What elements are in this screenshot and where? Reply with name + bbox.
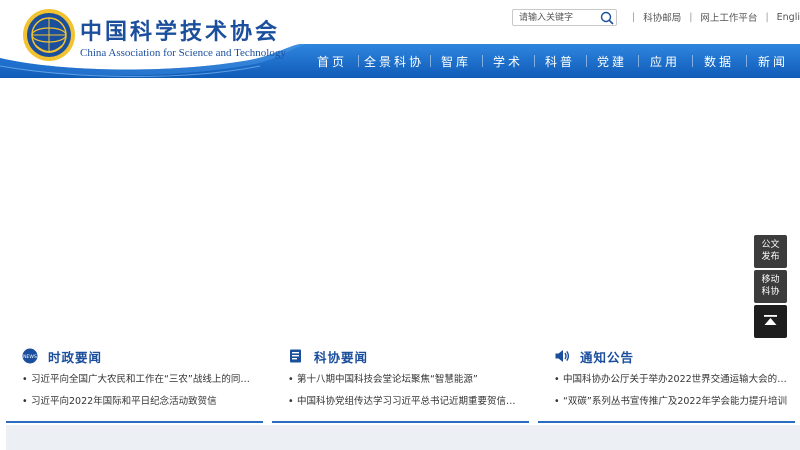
link-online-platform[interactable]: 网上工作平台 — [700, 10, 757, 24]
cast-logo-emblem[interactable] — [22, 8, 76, 62]
list-item[interactable]: 习近平向全国广大农民和工作在“三农”战线上的同志们致以节日的祝贺 — [22, 372, 258, 394]
document-icon — [290, 349, 301, 363]
nav-science-popularization[interactable]: 科普 — [534, 47, 586, 75]
separator: | — [689, 11, 693, 23]
search-box — [512, 9, 617, 26]
side-btn-line: 公文 — [761, 240, 780, 250]
main-nav: 首页 全景科协 智库 学术 科普 党建 应用 数据 新闻 — [306, 47, 800, 75]
list-item[interactable]: 中国科协党组传达学习习近平总书记近期重要贺信精神 — [288, 394, 524, 416]
page: 中国科学技术协会 China Association for Science a… — [0, 0, 800, 450]
banner-area — [0, 78, 800, 340]
link-english[interactable]: English — [777, 12, 800, 23]
search-input[interactable] — [513, 10, 599, 25]
column-title[interactable]: 时政要闻 — [48, 347, 102, 366]
arrow-up-to-top-icon — [764, 315, 777, 325]
list-item[interactable]: “双碳”系列丛书宣传推广及2022年学会能力提升培训 — [554, 394, 790, 416]
list-item[interactable]: 习近平向2022年国际和平日纪念活动致贺信 — [22, 394, 258, 416]
divider — [6, 421, 263, 423]
news-column-notices: 通知公告 中国科协办公厅关于举办2022世界交通运输大会的通知 “双碳”系列丛书… — [538, 345, 795, 423]
news-icon: NEWS — [22, 348, 38, 364]
column-header: 通知公告 — [554, 347, 634, 365]
link-cast-mail[interactable]: 科协邮局 — [643, 10, 681, 24]
column-header: NEWS 时政要闻 — [22, 347, 102, 365]
news-list: 第十八期中国科技会堂论坛聚焦“智慧能源” 中国科协党组传达学习习近平总书记近期重… — [288, 372, 524, 416]
side-mobile-cast-button[interactable]: 移动 科协 — [754, 270, 787, 303]
side-btn-line: 科协 — [761, 287, 780, 297]
nav-academic[interactable]: 学术 — [482, 47, 534, 75]
nav-data[interactable]: 数据 — [692, 47, 746, 75]
separator: | — [632, 11, 636, 23]
side-doc-release-button[interactable]: 公文 发布 — [754, 235, 787, 268]
divider — [272, 421, 529, 423]
speaker-icon — [555, 350, 570, 362]
news-list: 习近平向全国广大农民和工作在“三农”战线上的同志们致以节日的祝贺 习近平向202… — [22, 372, 258, 416]
nav-application[interactable]: 应用 — [638, 47, 692, 75]
top-links: | 科协邮局 | 网上工作平台 | English — [624, 10, 800, 25]
list-item[interactable]: 中国科协办公厅关于举办2022世界交通运输大会的通知 — [554, 372, 790, 394]
nav-party-building[interactable]: 党建 — [586, 47, 638, 75]
news-column-politics: NEWS 时政要闻 习近平向全国广大农民和工作在“三农”战线上的同志们致以节日的… — [6, 345, 263, 423]
nav-panorama[interactable]: 全景科协 — [358, 47, 430, 75]
footer-band — [6, 425, 800, 450]
list-item[interactable]: 第十八期中国科技会堂论坛聚焦“智慧能源” — [288, 372, 524, 394]
nav-home[interactable]: 首页 — [306, 47, 358, 75]
separator: | — [765, 11, 769, 23]
side-btn-line: 移动 — [761, 275, 780, 285]
divider — [538, 421, 795, 423]
nav-think-tank[interactable]: 智库 — [430, 47, 482, 75]
site-header: 中国科学技术协会 China Association for Science a… — [0, 0, 800, 78]
side-btn-line: 发布 — [761, 252, 780, 262]
back-to-top-button[interactable] — [754, 305, 787, 338]
column-header: 科协要闻 — [288, 347, 368, 365]
column-title[interactable]: 通知公告 — [580, 347, 634, 366]
news-column-cast: 科协要闻 第十八期中国科技会堂论坛聚焦“智慧能源” 中国科协党组传达学习习近平总… — [272, 345, 529, 423]
news-list: 中国科协办公厅关于举办2022世界交通运输大会的通知 “双碳”系列丛书宣传推广及… — [554, 372, 790, 416]
search-icon[interactable] — [600, 11, 614, 25]
svg-text:NEWS: NEWS — [23, 354, 37, 360]
column-title[interactable]: 科协要闻 — [314, 347, 368, 366]
nav-news[interactable]: 新闻 — [746, 47, 800, 75]
logo-chinese-name[interactable]: 中国科学技术协会 — [80, 14, 280, 46]
logo-english-name[interactable]: China Association for Science and Techno… — [80, 47, 286, 59]
